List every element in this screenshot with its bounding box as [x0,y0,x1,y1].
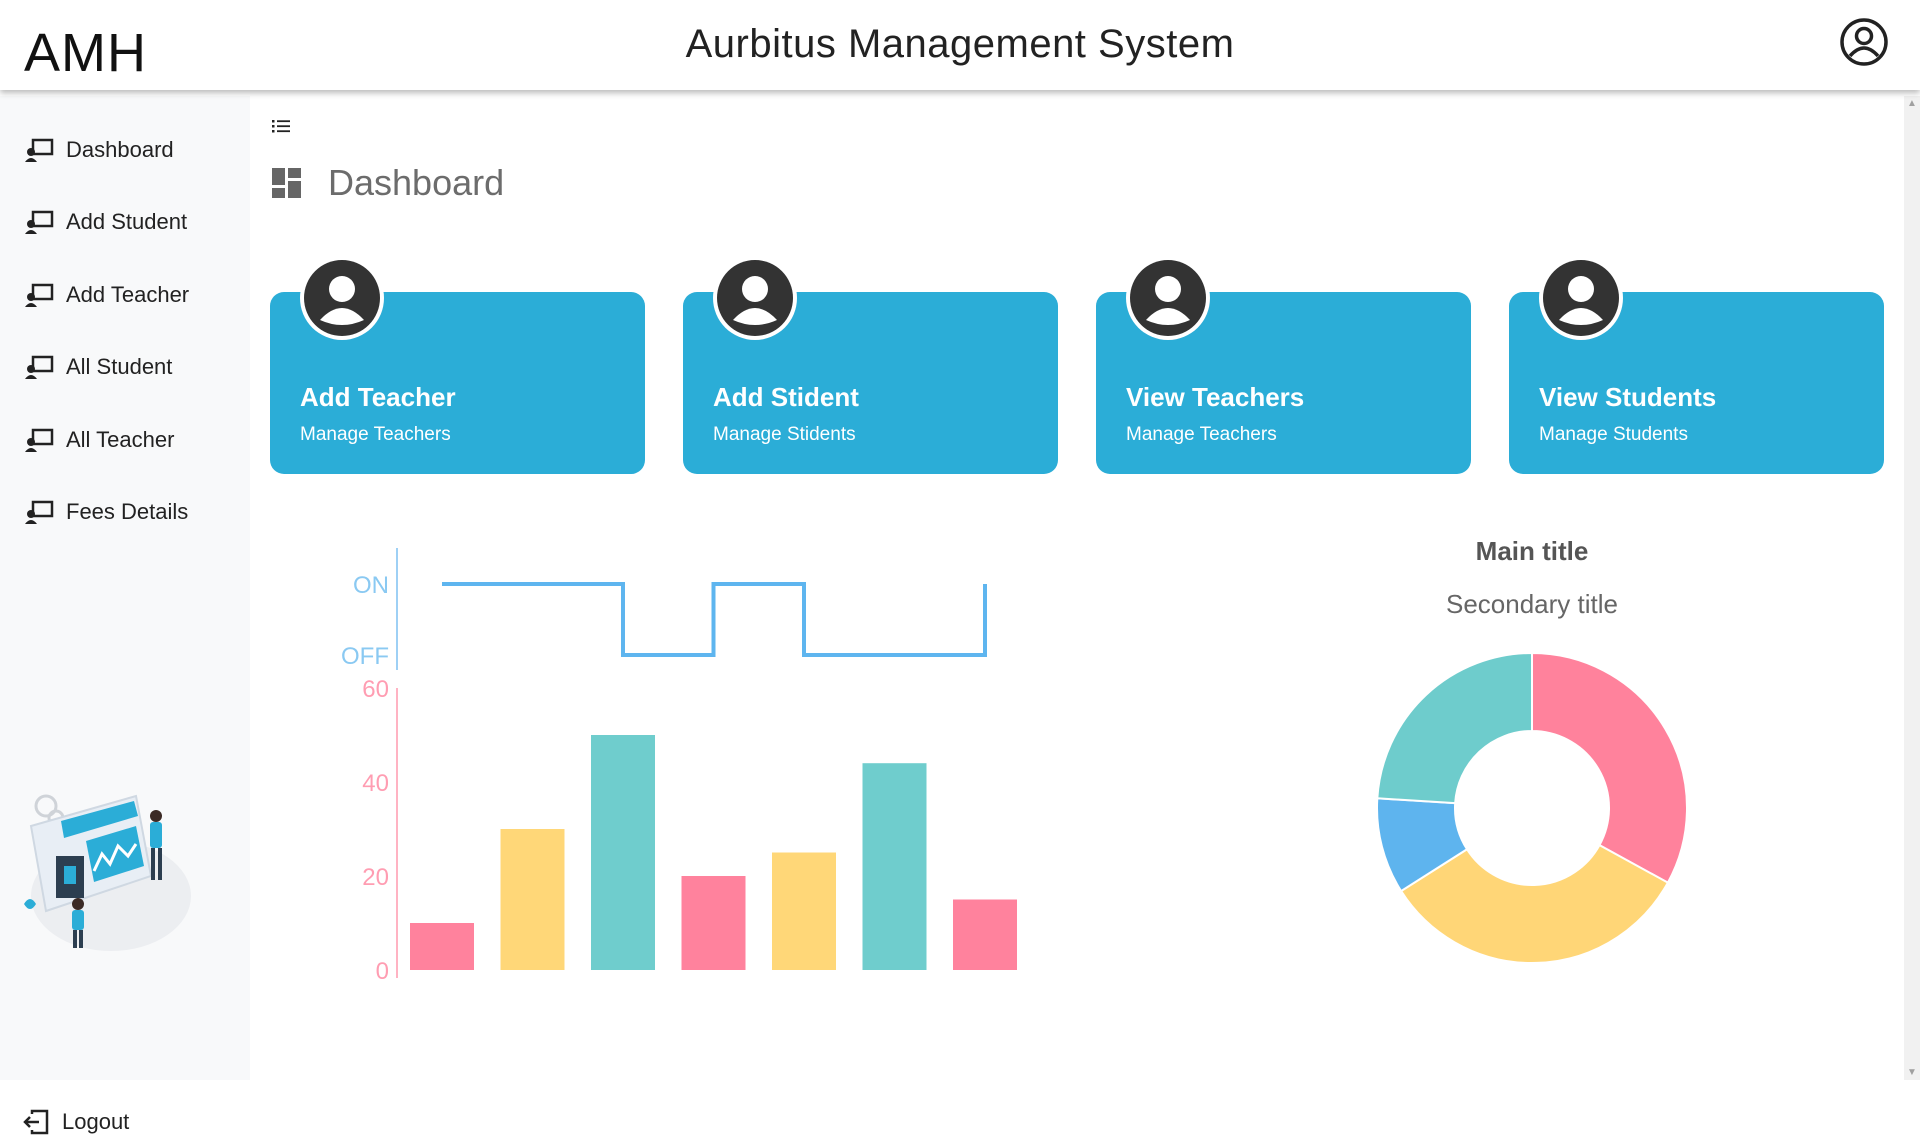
card-view-teachers[interactable]: View Teachers Manage Teachers [1096,256,1471,474]
card-title: View Teachers [1126,382,1305,412]
tick-label: 60 [362,676,389,703]
bar [862,763,927,970]
logout-label: Logout [62,1109,130,1134]
teacher-board-icon [25,283,54,307]
user-circle-icon[interactable] [1838,16,1890,68]
bar [591,735,655,970]
card-subtitle: Manage Students [1539,424,1688,445]
sidebar-item-label: Fees Details [66,499,189,524]
card-title: View Students [1539,382,1717,412]
teacher-board-icon [25,355,54,379]
card-subtitle: Manage Stidents [713,424,856,445]
sidebar-item-label: Dashboard [66,137,174,162]
tick-label: OFF [341,643,389,670]
sidebar: Dashboard Add Student Add Teacher All St… [0,96,250,1135]
sidebar-item-label: Add Teacher [66,282,190,307]
sidebar-item-all-teacher[interactable]: All Teacher [24,420,174,460]
scroll-down-icon[interactable]: ▼ [1907,1067,1917,1078]
user-avatar-icon [1130,260,1206,336]
teacher-board-icon [25,138,54,162]
chart-subtitle: Secondary title [1446,589,1618,619]
card-add-teacher[interactable]: Add Teacher Manage Teachers [270,256,645,474]
bar [681,876,746,970]
top-header: AMH Aurbitus Management System [0,0,1920,90]
user-avatar-icon [717,260,793,336]
page-heading: Dashboard [272,162,504,204]
donut-chart: Main title Secondary title [1376,536,1688,964]
avatar [713,256,797,340]
step-line-chart: OFF ON [341,548,987,670]
card-title: Add Stident [713,382,859,412]
bar [500,829,565,970]
card-subtitle: Manage Teachers [300,424,451,445]
card-subtitle: Manage Teachers [1126,424,1277,445]
sidebar-item-dashboard[interactable]: Dashboard [24,130,174,170]
bar [410,923,474,970]
tick-label: 0 [376,958,389,980]
pie-slice [1531,651,1688,885]
bar [953,899,1017,970]
bar-chart: 0 20 40 60 [362,676,1017,980]
vertical-scrollbar[interactable]: ▲ ▼ [1904,96,1920,1080]
card-add-student[interactable]: Add Stident Manage Stidents [683,256,1058,474]
card-view-students[interactable]: View Students Manage Students [1509,256,1884,474]
sidebar-item-label: All Student [66,354,173,379]
series-line [442,582,987,657]
sidebar-item-fees-details[interactable]: Fees Details [24,492,188,532]
page-title: Dashboard [328,162,505,203]
avatar [1539,256,1623,340]
sidebar-item-all-student[interactable]: All Student [24,347,172,387]
dashboard-illustration [24,794,191,951]
teacher-board-icon [25,428,54,452]
logout-button[interactable]: Logout [22,1108,129,1136]
tick-label: 40 [362,770,389,797]
sidebar-item-add-student[interactable]: Add Student [24,202,187,242]
tick-label: ON [353,572,389,599]
logout-icon [23,1109,49,1135]
bar [772,852,836,970]
sidebar-item-label: Add Student [66,209,188,234]
card-title: Add Teacher [300,382,456,412]
app-title: Aurbitus Management System [685,22,1235,66]
pie-slice [1376,651,1533,805]
teacher-board-icon [25,210,54,234]
scroll-up-icon[interactable]: ▲ [1907,98,1917,109]
chart-title: Main title [1476,536,1589,566]
tick-label: 20 [362,864,389,891]
avatar [1126,256,1210,340]
user-avatar-icon [1543,260,1619,336]
teacher-board-icon [25,500,54,524]
sidebar-item-label: All Teacher [66,427,175,452]
avatar [300,256,384,340]
dashboard-grid-icon [272,168,301,198]
list-icon[interactable] [272,118,292,134]
user-avatar-icon [304,260,380,336]
sidebar-item-add-teacher[interactable]: Add Teacher [24,275,189,315]
